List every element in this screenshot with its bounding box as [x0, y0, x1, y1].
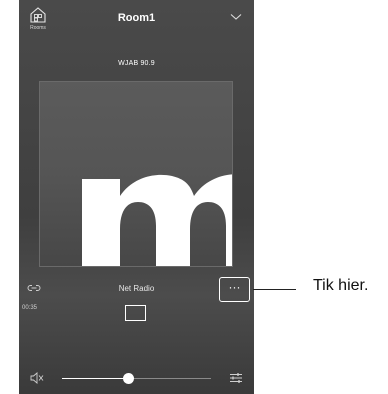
room-title[interactable]: Room1 [19, 12, 254, 24]
mute-icon[interactable] [30, 372, 44, 384]
stop-button[interactable] [125, 305, 146, 321]
player-screen: Rooms Room1 WJAB 90.9 Net Radio ··· 00:3… [19, 0, 254, 394]
more-button[interactable]: ··· [219, 277, 250, 302]
elapsed-time: 00:35 [22, 305, 38, 311]
rooms-label: Rooms [30, 25, 46, 31]
volume-thumb[interactable] [122, 373, 134, 384]
station-name: WJAB 90.9 [118, 60, 155, 67]
artwork-logo [82, 174, 232, 266]
volume-fill [62, 378, 128, 379]
volume-slider[interactable] [62, 373, 211, 384]
callout-text: Tik hier. [313, 277, 369, 294]
callout-line [253, 289, 296, 290]
album-artwork [39, 81, 233, 267]
chevron-down-icon[interactable] [230, 13, 242, 21]
equalizer-icon[interactable] [229, 372, 243, 384]
